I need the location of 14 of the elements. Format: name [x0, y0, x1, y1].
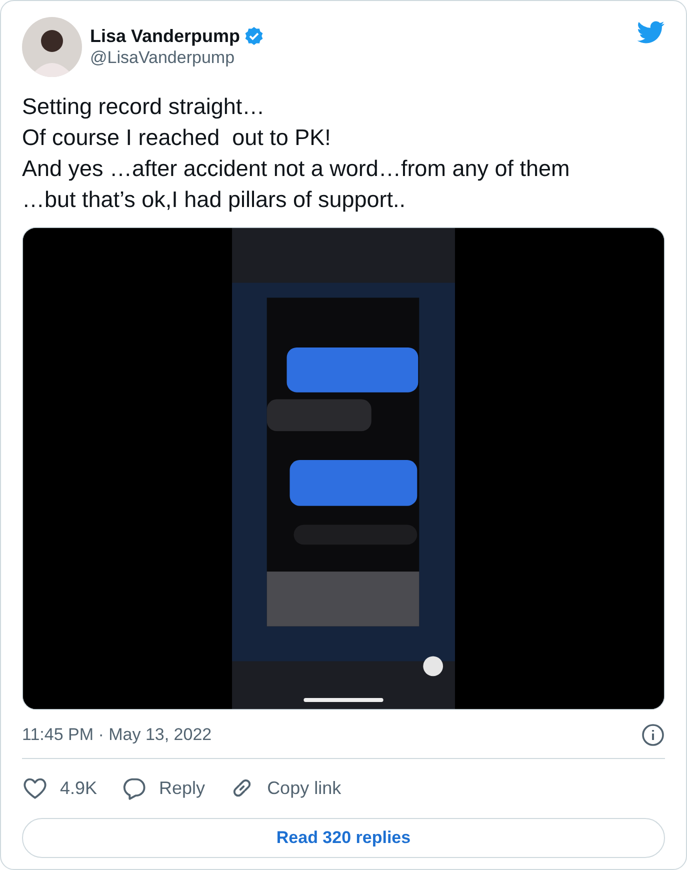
- like-action[interactable]: 4.9K: [22, 774, 98, 802]
- verified-badge-icon: [244, 26, 264, 46]
- tweet-text-line: …but that’s ok,I had pillars of support..: [22, 186, 407, 214]
- timestamp[interactable]: 11:45 PM · May 13, 2022: [22, 722, 212, 748]
- read-replies-button[interactable]: Read 320 replies: [22, 818, 665, 858]
- tweet-text-line: And yes …after accident not a word…from any of them: [22, 155, 571, 183]
- tweet-text-line: Of course I reached out to PK!: [22, 124, 332, 152]
- bird-logo-icon[interactable]: [637, 21, 665, 44]
- author-name[interactable]: Lisa Vanderpump: [90, 25, 240, 47]
- copy-action[interactable]: Copy link: [229, 774, 342, 802]
- reply-action[interactable]: Reply: [121, 774, 206, 802]
- author-handle[interactable]: @LisaVanderpump: [90, 47, 264, 69]
- tweet-text-line: Setting record straight…: [22, 93, 266, 121]
- info-icon[interactable]: [641, 722, 665, 747]
